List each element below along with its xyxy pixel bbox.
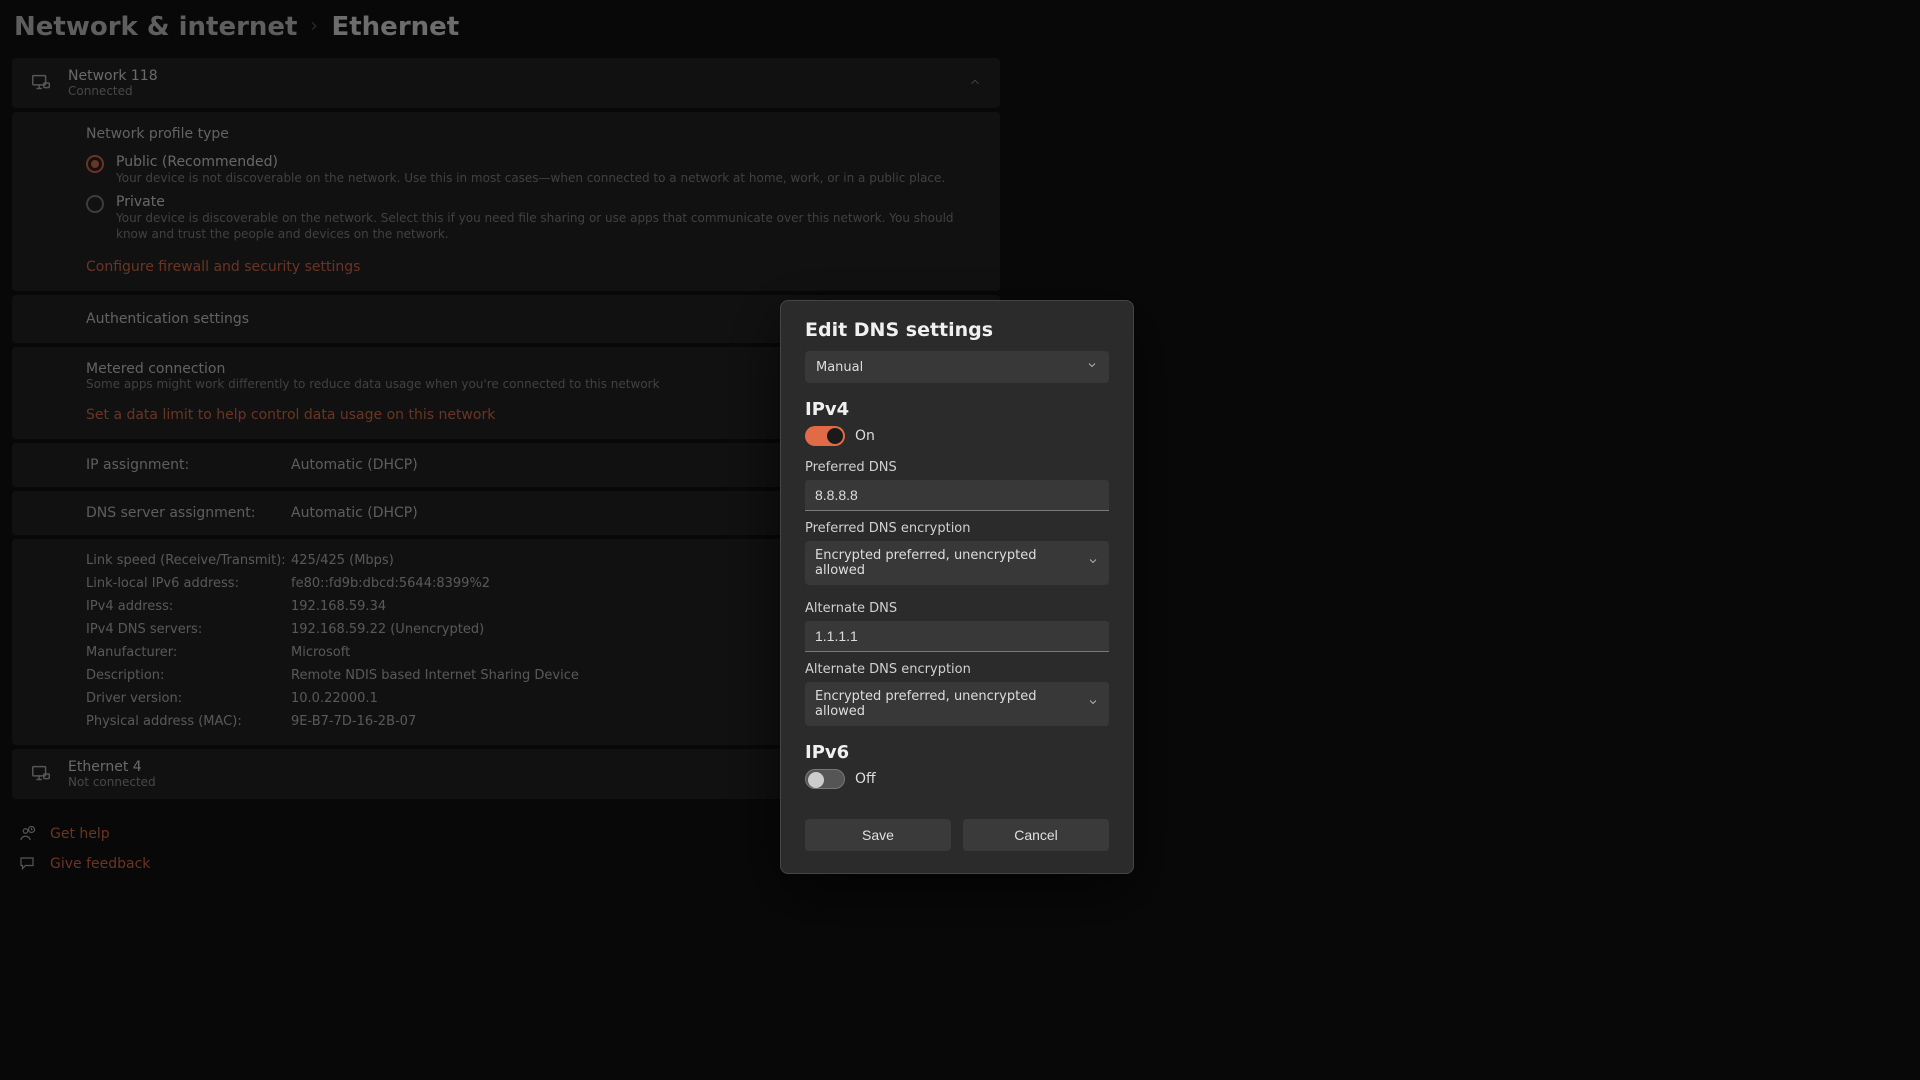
save-button[interactable]: Save: [805, 819, 951, 851]
chevron-down-icon: [1087, 555, 1099, 571]
ipv6-toggle[interactable]: [805, 769, 845, 789]
ipv4-heading: IPv4: [805, 399, 1109, 420]
preferred-dns-input[interactable]: [805, 480, 1109, 511]
dns-mode-value: Manual: [816, 360, 863, 375]
alternate-dns-encryption-label: Alternate DNS encryption: [805, 662, 1109, 677]
ipv6-heading: IPv6: [805, 742, 1109, 763]
alternate-dns-input[interactable]: [805, 621, 1109, 652]
ipv4-toggle-label: On: [855, 428, 875, 444]
cancel-button[interactable]: Cancel: [963, 819, 1109, 851]
preferred-dns-encryption-label: Preferred DNS encryption: [805, 521, 1109, 536]
preferred-dns-label: Preferred DNS: [805, 460, 1109, 475]
preferred-dns-encryption-dropdown[interactable]: Encrypted preferred, unencrypted allowed: [805, 541, 1109, 585]
chevron-down-icon: [1086, 359, 1098, 375]
ipv6-toggle-label: Off: [855, 771, 876, 787]
modal-overlay: Edit DNS settings Manual IPv4 On Preferr…: [0, 0, 1920, 1080]
dns-settings-dialog: Edit DNS settings Manual IPv4 On Preferr…: [780, 300, 1134, 874]
dialog-title: Edit DNS settings: [805, 319, 1109, 341]
dns-mode-dropdown[interactable]: Manual: [805, 351, 1109, 383]
alternate-dns-encryption-dropdown[interactable]: Encrypted preferred, unencrypted allowed: [805, 682, 1109, 726]
ipv4-toggle[interactable]: [805, 426, 845, 446]
preferred-dns-encryption-value: Encrypted preferred, unencrypted allowed: [815, 548, 1087, 578]
chevron-down-icon: [1087, 696, 1099, 712]
alternate-dns-encryption-value: Encrypted preferred, unencrypted allowed: [815, 689, 1087, 719]
alternate-dns-label: Alternate DNS: [805, 601, 1109, 616]
